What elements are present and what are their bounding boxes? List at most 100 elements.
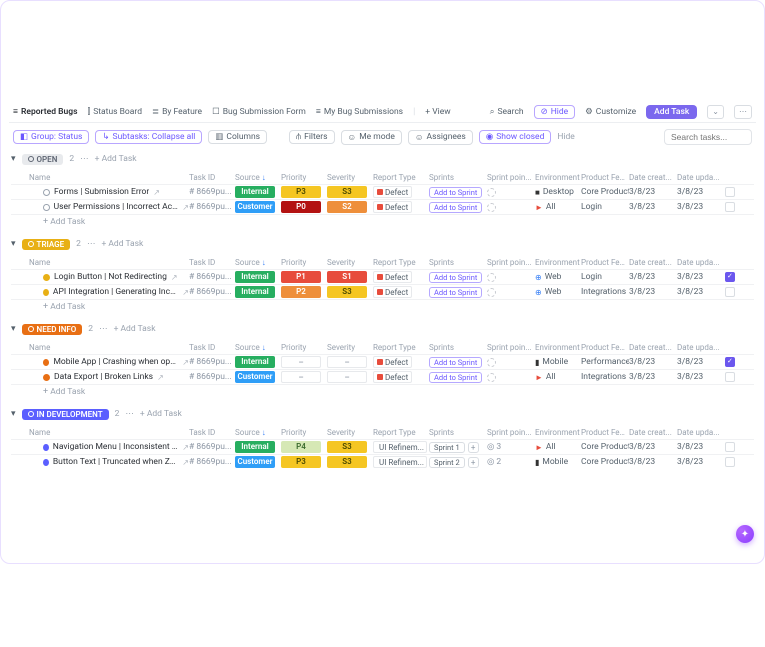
col-priority[interactable]: Priority (281, 428, 327, 437)
task-name[interactable]: Navigation Menu | Inconsistent Font Si..… (53, 442, 179, 452)
col-sprint-points[interactable]: Sprint poin... (487, 173, 535, 182)
task-row[interactable]: API Integration | Generating Incorrect .… (11, 284, 754, 299)
col-source[interactable]: Source ↓ (235, 258, 281, 267)
env-cell[interactable]: ■Desktop (535, 187, 581, 197)
hide-button[interactable]: ⊘Hide (534, 105, 576, 119)
col-date-created[interactable]: Date creat... (629, 258, 677, 267)
col-date-updated[interactable]: Date upda... (677, 173, 725, 182)
sprint-points-empty[interactable] (487, 288, 496, 297)
sprint-points[interactable]: ◎3 (487, 442, 501, 452)
col-report-type[interactable]: Report Type (373, 258, 429, 267)
tab-by-feature[interactable]: ≣By Feature (152, 107, 202, 117)
add-task-inline[interactable]: + Add Task (43, 302, 203, 312)
show-closed-button[interactable]: ◉Show closed (479, 130, 552, 144)
priority-badge[interactable]: – (281, 371, 321, 383)
priority-badge[interactable]: – (281, 356, 321, 368)
col-sprints[interactable]: Sprints (429, 343, 487, 352)
priority-badge[interactable]: P3 (281, 186, 321, 198)
feature-cell[interactable]: Core Product (581, 442, 629, 452)
task-row[interactable]: Mobile App | Crashing when opened↗ # 866… (11, 354, 754, 369)
col-source[interactable]: Source ↓ (235, 428, 281, 437)
done-checkbox[interactable] (725, 442, 735, 452)
col-report-type[interactable]: Report Type (373, 173, 429, 182)
open-icon[interactable]: ↗ (182, 358, 189, 367)
sprint-add-button[interactable]: + (468, 442, 479, 453)
col-priority[interactable]: Priority (281, 173, 327, 182)
status-pill[interactable]: OPEN (22, 154, 64, 165)
col-environment[interactable]: Environment (535, 343, 581, 352)
group-more[interactable]: ⋯ (87, 239, 96, 249)
col-sprints[interactable]: Sprints (429, 173, 487, 182)
col-name[interactable]: Name (29, 258, 189, 267)
tab-bug-submission-form[interactable]: ☐Bug Submission Form (212, 107, 306, 117)
task-name[interactable]: Forms | Submission Error (54, 187, 149, 197)
feature-cell[interactable]: Integrations (581, 372, 629, 382)
report-type-tag[interactable]: Defect (373, 186, 412, 198)
tab-status-board[interactable]: ⫿Status Board (87, 107, 142, 117)
severity-badge[interactable]: S3 (327, 186, 367, 198)
done-checkbox[interactable] (725, 287, 735, 297)
sprint-points-empty[interactable] (487, 373, 496, 382)
col-task-id[interactable]: Task ID (189, 258, 235, 267)
add-to-sprint-button[interactable]: Add to Sprint (429, 202, 482, 213)
source-badge[interactable]: Customer (235, 456, 275, 468)
status-pill[interactable]: IN DEVELOPMENT (22, 409, 109, 420)
sprint-points-empty[interactable] (487, 358, 496, 367)
col-name[interactable]: Name (29, 173, 189, 182)
feature-cell[interactable]: Login (581, 202, 629, 212)
col-environment[interactable]: Environment (535, 258, 581, 267)
task-row[interactable]: Navigation Menu | Inconsistent Font Si..… (11, 439, 754, 454)
env-cell[interactable]: ►All (535, 442, 581, 452)
sprint-tag[interactable]: Sprint 1 (429, 442, 465, 453)
open-icon[interactable]: ↗ (157, 373, 164, 382)
source-badge[interactable]: Customer (235, 201, 275, 213)
group-more[interactable]: ⋯ (125, 409, 134, 419)
col-date-updated[interactable]: Date upda... (677, 428, 725, 437)
env-cell[interactable]: ⊕Web (535, 272, 581, 282)
col-product-feature[interactable]: Product Feature (581, 258, 629, 267)
source-badge[interactable]: Internal (235, 286, 275, 298)
source-badge[interactable]: Internal (235, 271, 275, 283)
more-menu[interactable]: ⋯ (734, 105, 752, 119)
col-product-feature[interactable]: Product Feature (581, 428, 629, 437)
add-to-sprint-button[interactable]: Add to Sprint (429, 287, 482, 298)
group-more[interactable]: ⋯ (99, 324, 108, 334)
col-date-updated[interactable]: Date upda... (677, 343, 725, 352)
col-report-type[interactable]: Report Type (373, 343, 429, 352)
report-type-tag[interactable]: UI Refinem... (373, 441, 427, 453)
col-environment[interactable]: Environment (535, 428, 581, 437)
add-task-dropdown[interactable]: ⌄ (707, 105, 724, 119)
group-filter[interactable]: ◧Group: Status (13, 130, 89, 144)
feature-cell[interactable]: Performance (581, 357, 629, 367)
task-name[interactable]: User Permissions | Incorrect Access (54, 202, 179, 212)
col-severity[interactable]: Severity (327, 258, 373, 267)
open-icon[interactable]: ↗ (182, 203, 189, 212)
col-report-type[interactable]: Report Type (373, 428, 429, 437)
col-product-feature[interactable]: Product Feature (581, 343, 629, 352)
group-toggle[interactable]: ▾ (11, 409, 16, 419)
col-date-created[interactable]: Date creat... (629, 343, 677, 352)
open-icon[interactable]: ↗ (153, 188, 160, 197)
tab-reported-bugs[interactable]: ≡Reported Bugs (13, 106, 77, 117)
task-row[interactable]: Login Button | Not Redirecting↗ # 8669pu… (11, 269, 754, 284)
col-priority[interactable]: Priority (281, 258, 327, 267)
task-row[interactable]: User Permissions | Incorrect Access↗ # 8… (11, 199, 754, 214)
group-toggle[interactable]: ▾ (11, 324, 16, 334)
feature-cell[interactable]: Integrations (581, 287, 629, 297)
col-sprints[interactable]: Sprints (429, 258, 487, 267)
severity-badge[interactable]: S3 (327, 456, 367, 468)
col-date-updated[interactable]: Date upda... (677, 258, 725, 267)
done-checkbox[interactable] (725, 457, 735, 467)
col-environment[interactable]: Environment (535, 173, 581, 182)
open-icon[interactable]: ↗ (182, 443, 189, 452)
col-task-id[interactable]: Task ID (189, 428, 235, 437)
group-add-task[interactable]: + Add Task (95, 154, 137, 164)
severity-badge[interactable]: – (327, 356, 367, 368)
group-more[interactable]: ⋯ (80, 154, 89, 164)
report-type-tag[interactable]: Defect (373, 286, 412, 298)
feature-cell[interactable]: Core Product (581, 457, 629, 467)
env-cell[interactable]: ⊕Web (535, 287, 581, 297)
add-to-sprint-button[interactable]: Add to Sprint (429, 372, 482, 383)
col-date-created[interactable]: Date creat... (629, 173, 677, 182)
sprint-points-empty[interactable] (487, 203, 496, 212)
